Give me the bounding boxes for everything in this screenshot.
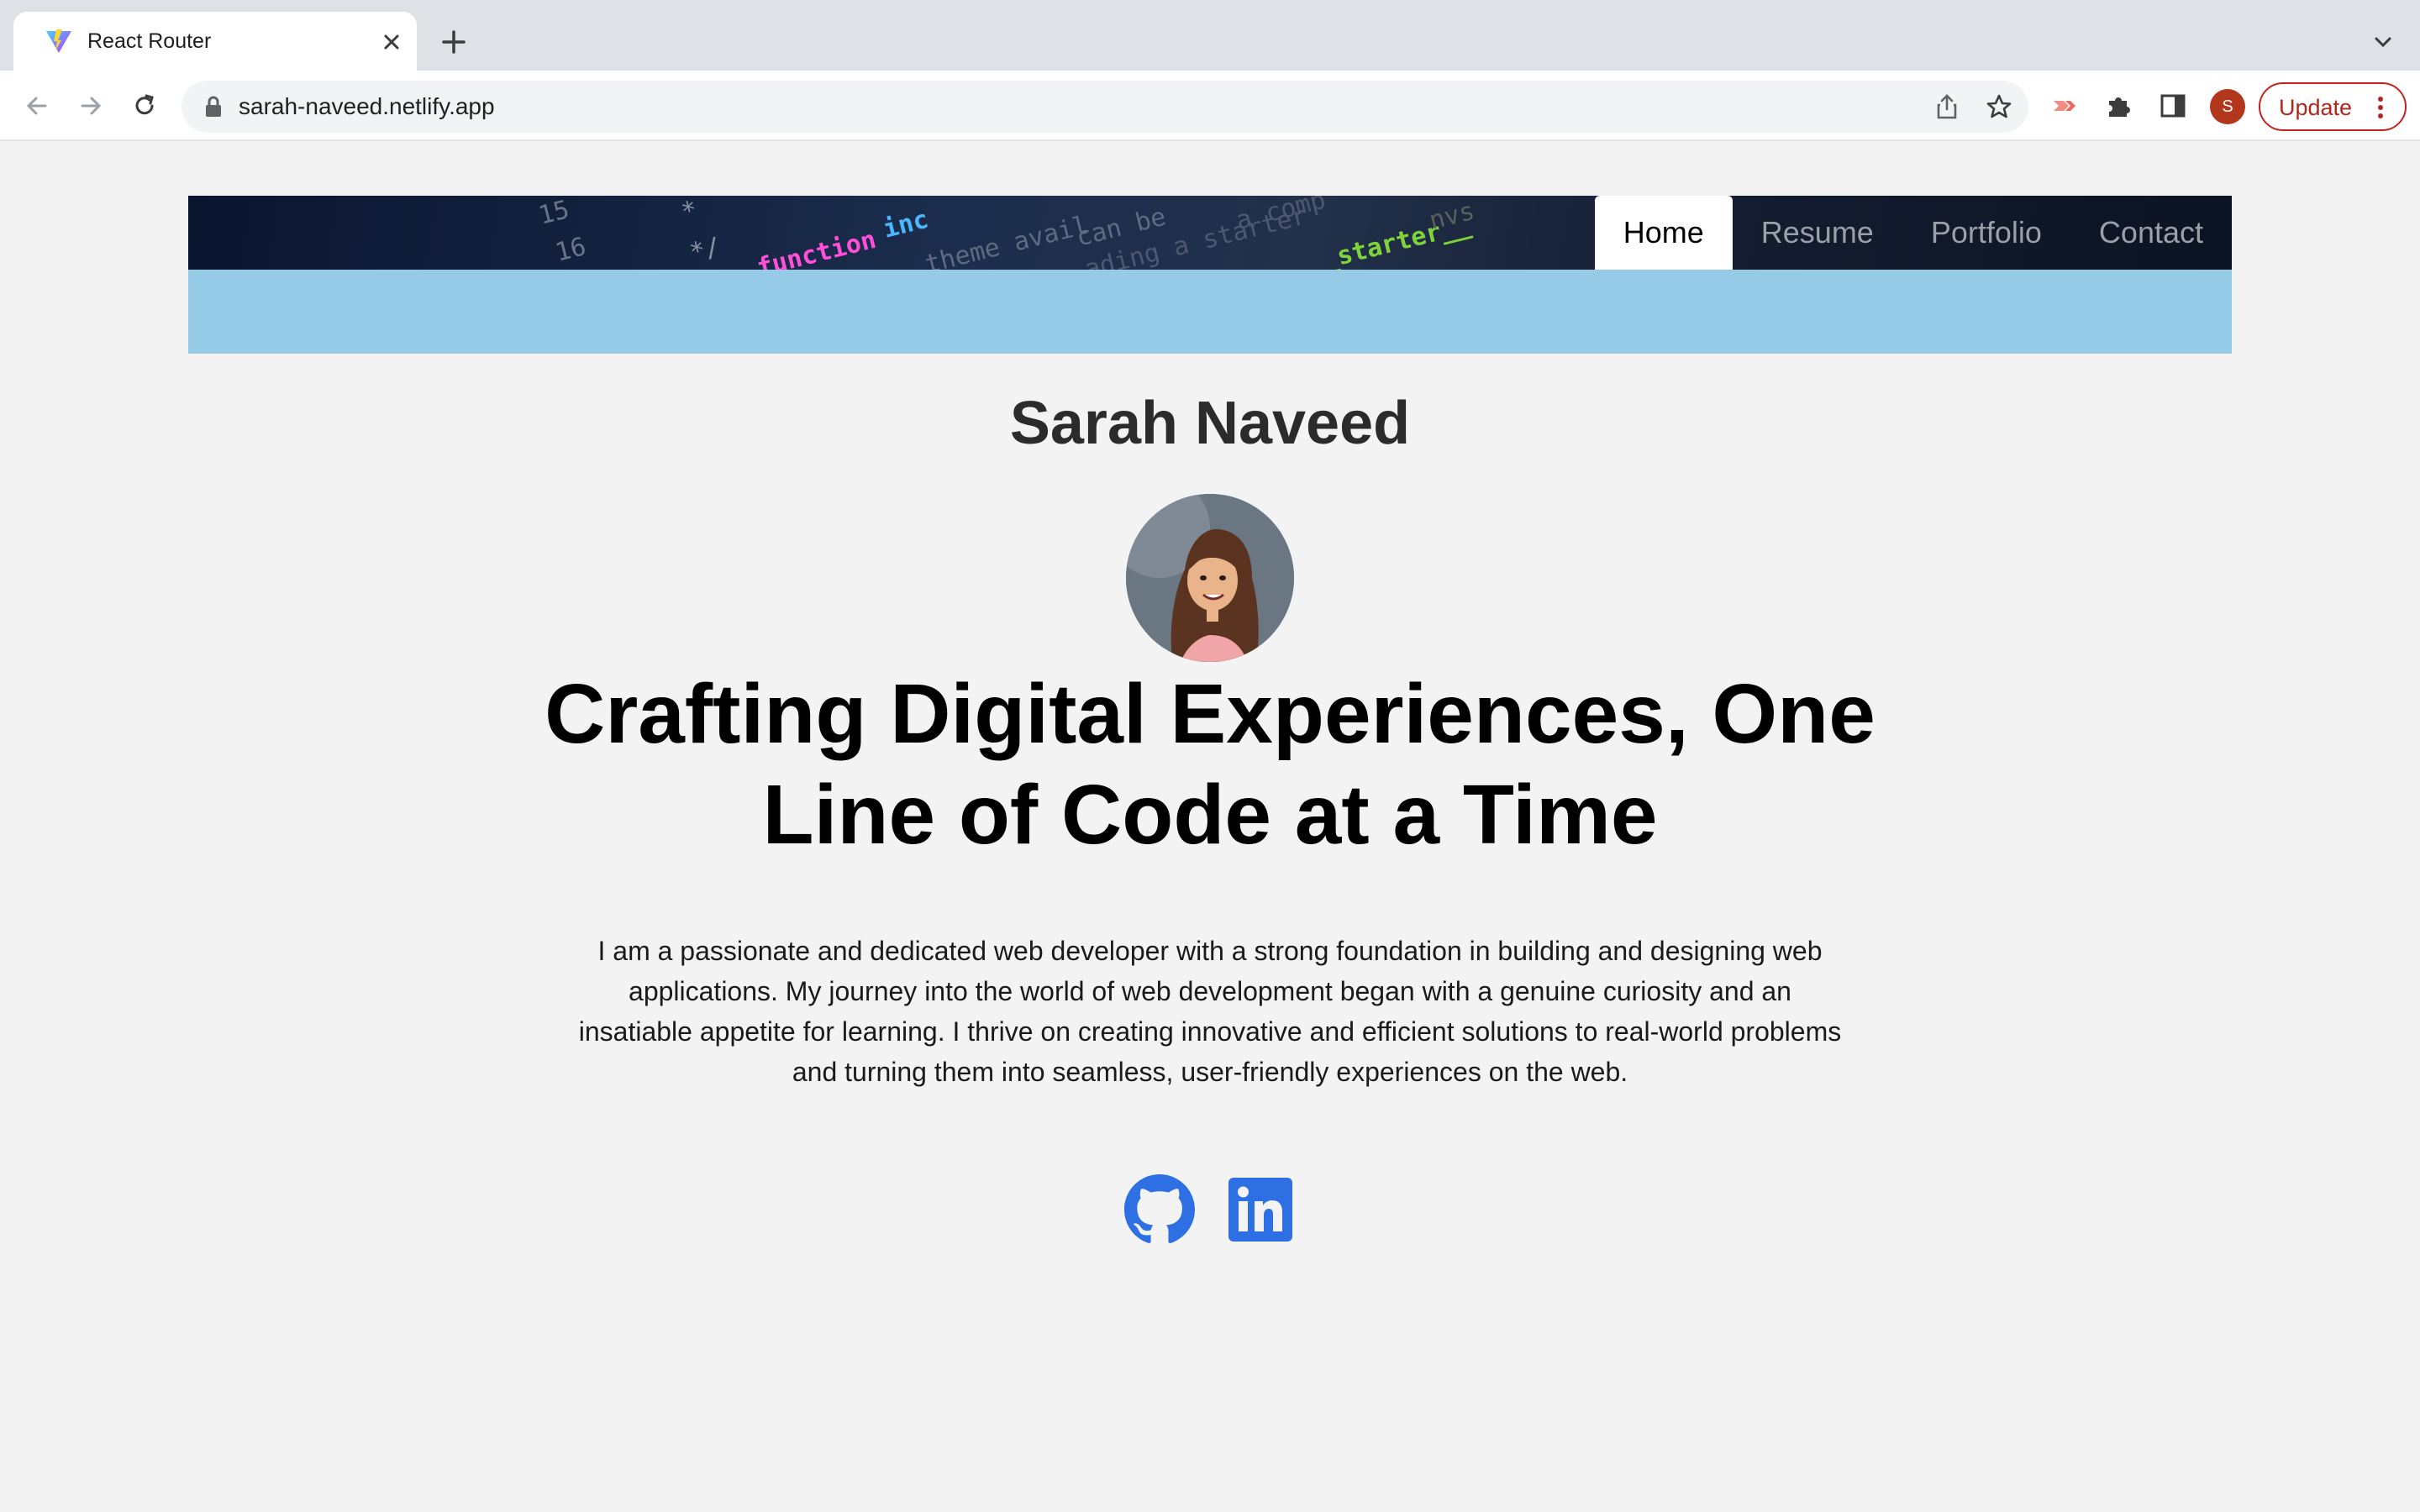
- back-arrow-icon[interactable]: [22, 91, 52, 121]
- browser-tab[interactable]: React Router: [13, 12, 417, 71]
- close-icon[interactable]: [380, 30, 403, 54]
- address-bar[interactable]: sarah-naveed.netlify.app: [182, 81, 2028, 133]
- side-panel-icon[interactable]: [2158, 91, 2188, 121]
- bio-paragraph: I am a passionate and dedicated web deve…: [578, 936, 1842, 1087]
- github-link[interactable]: [1124, 1174, 1195, 1245]
- lock-icon[interactable]: [203, 96, 224, 118]
- svg-text:15: 15: [535, 196, 572, 231]
- share-icon[interactable]: [1933, 92, 1961, 121]
- update-button[interactable]: Update: [2259, 82, 2407, 131]
- more-vertical-icon[interactable]: [2376, 95, 2385, 120]
- puzzle-icon[interactable]: [2104, 91, 2134, 121]
- reload-icon[interactable]: [129, 91, 160, 121]
- profile-avatar[interactable]: S: [2210, 89, 2245, 124]
- avatar-illustration: [1126, 494, 1294, 662]
- header-banner: 15 16 * */ function inc theme avail can …: [188, 196, 2232, 270]
- browser-toolbar: sarah-naveed.netlify.app S Update: [0, 71, 2420, 141]
- nav-contact[interactable]: Contact: [2070, 196, 2232, 270]
- svg-text:inc: inc: [880, 205, 931, 244]
- linkedin-link[interactable]: [1225, 1174, 1296, 1245]
- chevron-down-icon[interactable]: [2371, 30, 2395, 54]
- hero-headline: Crafting Digital Experiences, One Line o…: [544, 667, 1876, 862]
- svg-text:16: 16: [552, 232, 589, 268]
- bookmark-star-icon[interactable]: [1985, 92, 2013, 121]
- browser-tab-strip: React Router: [0, 0, 2420, 71]
- svg-text:*: *: [678, 196, 700, 228]
- new-tab-icon[interactable]: [439, 27, 469, 57]
- nav-portfolio[interactable]: Portfolio: [1902, 196, 2070, 270]
- forward-arrow-icon[interactable]: [76, 91, 106, 121]
- url-text[interactable]: sarah-naveed.netlify.app: [239, 92, 495, 121]
- extension-icon[interactable]: [2050, 91, 2081, 121]
- github-icon: [1124, 1174, 1195, 1243]
- code-background-image: 15 16 * */ function inc theme avail can …: [535, 196, 1477, 270]
- linkedin-icon: [1228, 1178, 1292, 1242]
- main-nav: Home Resume Portfolio Contact: [1594, 196, 2232, 270]
- avatar: [1126, 494, 1294, 662]
- svg-text:theme avail: theme avail: [922, 211, 1091, 270]
- tab-title: React Router: [87, 29, 212, 53]
- svg-text:*/: */: [687, 232, 723, 268]
- page-title: Sarah Naveed: [1009, 390, 1411, 457]
- svg-text:function: function: [754, 225, 879, 270]
- nav-resume[interactable]: Resume: [1733, 196, 1902, 270]
- update-button-label: Update: [2279, 95, 2353, 120]
- header-accent-bar: [188, 270, 2232, 354]
- nav-home[interactable]: Home: [1594, 196, 1733, 270]
- vite-logo-icon: [46, 29, 71, 53]
